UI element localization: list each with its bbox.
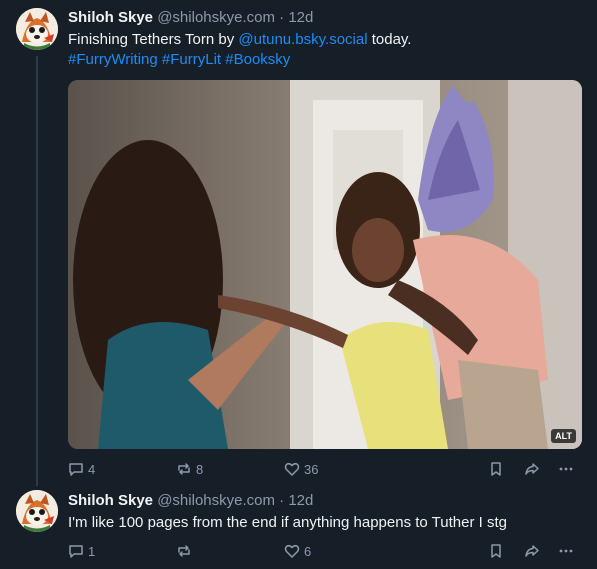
post-time[interactable]: 12d — [288, 492, 313, 509]
like-button[interactable]: 36 — [284, 458, 318, 480]
repost-count: 8 — [196, 461, 204, 477]
like-button[interactable]: 6 — [284, 540, 311, 562]
repost-icon — [178, 463, 190, 475]
repost-button[interactable] — [176, 540, 196, 562]
post-image[interactable]: ALT — [68, 80, 582, 449]
more-button[interactable] — [558, 458, 574, 480]
more-button[interactable] — [558, 540, 574, 562]
post-content: Shiloh Skye @shilohskye.com · 12d I'm li… — [68, 491, 581, 533]
bookmark-button[interactable] — [488, 458, 504, 480]
post[interactable]: Shiloh Skye @shilohskye.com · 12d I'm li… — [0, 486, 597, 569]
bookmark-icon — [491, 544, 501, 558]
separator: · — [279, 9, 285, 26]
hashtag-links[interactable]: #FurryWriting #FurryLit #Booksky — [68, 51, 290, 68]
reply-icon — [69, 545, 83, 558]
author-handle[interactable]: @shilohskye.com — [157, 9, 275, 26]
separator: · — [279, 492, 285, 509]
author-name[interactable]: Shiloh Skye — [68, 9, 153, 26]
share-button[interactable] — [524, 458, 540, 480]
text-segment: today. — [367, 31, 412, 48]
reply-count: 4 — [88, 461, 96, 477]
post-header: Shiloh Skye @shilohskye.com · 12d — [68, 491, 581, 511]
reply-icon — [69, 463, 83, 476]
post-actions: 1 6 — [68, 540, 581, 562]
post-header: Shiloh Skye @shilohskye.com · 12d — [68, 8, 581, 28]
mention-link[interactable]: @utunu.bsky.social — [238, 31, 367, 48]
post-text: Finishing Tethers Torn by @utunu.bsky.so… — [68, 30, 581, 70]
reply-button[interactable]: 1 — [68, 540, 95, 562]
text-segment: Finishing Tethers Torn by — [68, 31, 239, 48]
avatar[interactable] — [16, 8, 58, 50]
bookmark-button[interactable] — [488, 540, 504, 562]
author-handle[interactable]: @shilohskye.com — [157, 492, 275, 509]
alt-badge[interactable]: ALT — [551, 429, 576, 443]
like-count: 6 — [304, 543, 312, 559]
share-icon — [525, 463, 539, 475]
repost-button[interactable]: 8 — [176, 458, 203, 480]
post-text: I'm like 100 pages from the end if anyth… — [68, 514, 507, 531]
heart-icon — [284, 462, 300, 476]
share-button[interactable] — [524, 540, 540, 562]
repost-icon — [178, 545, 190, 557]
more-icon — [559, 549, 573, 553]
post[interactable]: Shiloh Skye @shilohskye.com · 12d Finish… — [0, 0, 597, 486]
post-content: Shiloh Skye @shilohskye.com · 12d Finish… — [68, 8, 581, 70]
like-count: 36 — [304, 461, 319, 477]
reply-button[interactable]: 4 — [68, 458, 95, 480]
share-icon — [525, 545, 539, 557]
post-time[interactable]: 12d — [288, 9, 313, 26]
bookmark-icon — [491, 462, 501, 476]
reply-count: 1 — [88, 543, 96, 559]
post-actions: 4 8 36 — [68, 458, 581, 480]
avatar[interactable] — [16, 490, 58, 532]
more-icon — [559, 467, 573, 471]
heart-icon — [284, 544, 300, 558]
author-name[interactable]: Shiloh Skye — [68, 492, 153, 509]
